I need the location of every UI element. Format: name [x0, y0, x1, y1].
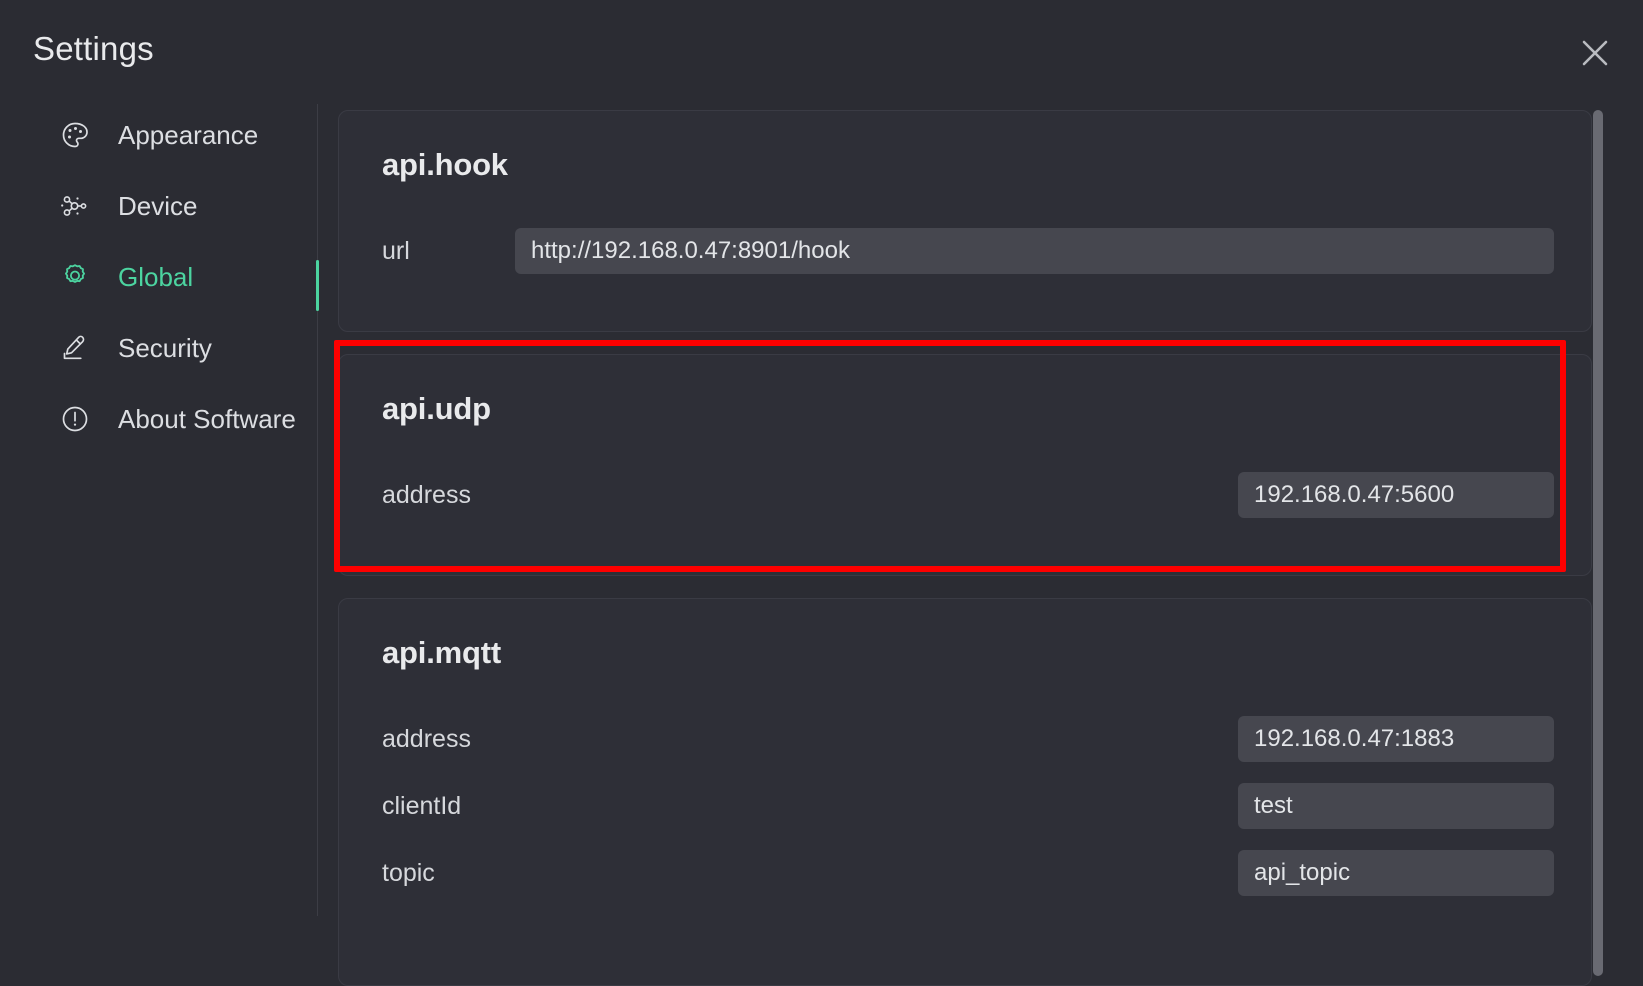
close-icon: [1580, 38, 1610, 68]
section-card: api.hook url: [338, 110, 1592, 332]
settings-content: api.hook url api.udp address api.mqtt ad…: [318, 104, 1643, 986]
mqtt-clientid-input[interactable]: [1238, 783, 1554, 829]
sidebar-item-device[interactable]: Device: [0, 181, 318, 231]
device-network-icon: [58, 189, 92, 223]
field-row: clientId: [339, 783, 1591, 829]
page-title: Settings: [33, 30, 154, 67]
close-button[interactable]: [1569, 28, 1621, 78]
sidebar-item-global[interactable]: Global: [0, 252, 318, 302]
title-bar: Settings: [0, 0, 1643, 104]
sidebar-item-security[interactable]: Security: [0, 323, 318, 373]
field-row: topic: [339, 850, 1591, 896]
sidebar-item-label: About Software: [118, 403, 296, 434]
sidebar-item-about-software[interactable]: About Software: [0, 394, 318, 444]
field-label: topic: [382, 859, 435, 887]
mqtt-topic-input[interactable]: [1238, 850, 1554, 896]
security-pen-icon: [58, 331, 92, 365]
field-label: address: [382, 481, 471, 509]
sidebar-item-label: Security: [118, 332, 212, 363]
section-card: api.udp address: [338, 354, 1592, 576]
field-label: clientId: [382, 792, 462, 820]
sidebar-item-label: Global: [118, 261, 194, 292]
scrollbar-thumb[interactable]: [1593, 110, 1603, 976]
section-title: api.udp: [382, 391, 491, 426]
field-row: url: [339, 228, 1591, 274]
field-label: url: [382, 237, 410, 265]
vertical-scrollbar[interactable]: [1593, 104, 1603, 986]
url-input[interactable]: [515, 228, 1554, 274]
field-row: address: [339, 472, 1591, 518]
sidebar-item-label: Appearance: [118, 119, 259, 150]
info-circle-icon: [58, 402, 92, 436]
udp-address-input[interactable]: [1238, 472, 1554, 518]
field-label: address: [382, 725, 471, 753]
gear-icon: [58, 260, 92, 294]
sidebar: Appearance Device Global Security About …: [0, 104, 318, 986]
sidebar-item-label: Device: [118, 190, 198, 221]
field-row: address: [339, 716, 1591, 762]
section-title: api.mqtt: [382, 635, 501, 670]
section-card: api.mqtt address clientId topic: [338, 598, 1592, 986]
sidebar-item-appearance[interactable]: Appearance: [0, 110, 318, 160]
section-title: api.hook: [382, 147, 508, 182]
palette-icon: [58, 118, 92, 152]
settings-window: Settings Appearance Device Global Securi…: [0, 0, 1643, 986]
mqtt-address-input[interactable]: [1238, 716, 1554, 762]
